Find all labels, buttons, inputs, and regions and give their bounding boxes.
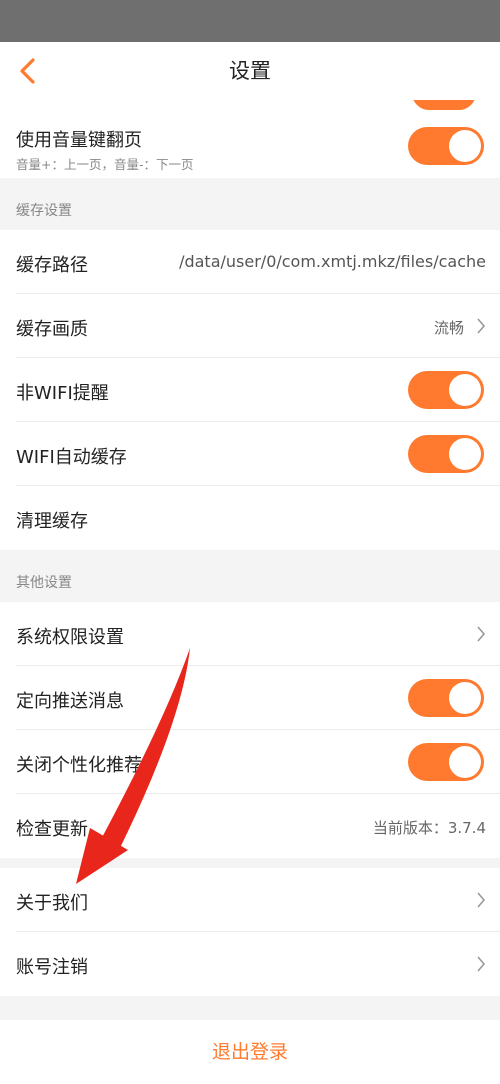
setting-label: 账号注销 [16,957,88,978]
previous-setting-peek [0,100,500,114]
wifi-auto-cache-toggle[interactable] [408,435,484,473]
toggle-knob [449,682,481,714]
status-bar [0,0,500,42]
setting-account-cancel[interactable]: 账号注销 [0,932,500,996]
setting-non-wifi-alert[interactable]: 非WIFI提醒 [0,358,500,422]
setting-label: 非WIFI提醒 [16,383,109,404]
non-wifi-alert-toggle[interactable] [408,371,484,409]
section-title: 缓存设置 [16,203,72,219]
setting-label: 缓存路径 [16,255,88,276]
section-header-cache: 缓存设置 [0,178,500,230]
chevron-right-icon [477,956,486,972]
disable-personalized-toggle[interactable] [408,743,484,781]
setting-wifi-auto-cache[interactable]: WIFI自动缓存 [0,422,500,486]
nav-bar: 设置 [0,42,500,100]
setting-system-permissions[interactable]: 系统权限设置 [0,602,500,666]
toggle-partial[interactable] [412,100,476,110]
chevron-right-icon [477,626,486,642]
setting-cache-quality[interactable]: 缓存画质 流畅 [0,294,500,358]
setting-label: 缓存画质 [16,319,88,340]
setting-label: 关闭个性化推荐 [16,755,142,776]
chevron-right-icon [477,892,486,908]
setting-label: 定向推送消息 [16,691,124,712]
logout-button[interactable]: 退出登录 [0,1020,500,1084]
section-title: 其他设置 [16,575,72,591]
setting-clear-cache[interactable]: 清理缓存 [0,486,500,550]
setting-label: WIFI自动缓存 [16,447,127,468]
setting-label: 检查更新 [16,819,88,840]
setting-check-update[interactable]: 检查更新 当前版本：3.7.4 [0,794,500,858]
setting-cache-path[interactable]: 缓存路径 /data/user/0/com.xmtj.mkz/files/cac… [0,230,500,294]
setting-hint: 音量+：上一页，音量-：下一页 [16,157,194,172]
toggle-knob [449,438,481,470]
setting-label: 清理缓存 [16,511,88,532]
toggle-knob [449,130,481,162]
page-title: 设置 [229,59,271,83]
current-version-value: 当前版本：3.7.4 [372,819,486,837]
setting-label: 使用音量键翻页 [16,130,142,151]
targeted-push-toggle[interactable] [408,679,484,717]
volume-page-turn-toggle[interactable] [408,127,484,165]
section-header-other: 其他设置 [0,550,500,602]
setting-label: 系统权限设置 [16,627,124,648]
setting-disable-personalized[interactable]: 关闭个性化推荐 [0,730,500,794]
logout-bar: 退出登录 [0,1020,500,1084]
setting-volume-page-turn[interactable]: 使用音量键翻页 音量+：上一页，音量-：下一页 [0,114,500,178]
setting-label: 关于我们 [16,893,88,914]
cache-path-value: /data/user/0/com.xmtj.mkz/files/cache [179,252,486,271]
toggle-knob [449,374,481,406]
chevron-right-icon [477,318,486,334]
toggle-knob [449,746,481,778]
cache-quality-value: 流畅 [433,319,464,337]
setting-about-us[interactable]: 关于我们 [0,868,500,932]
setting-targeted-push[interactable]: 定向推送消息 [0,666,500,730]
